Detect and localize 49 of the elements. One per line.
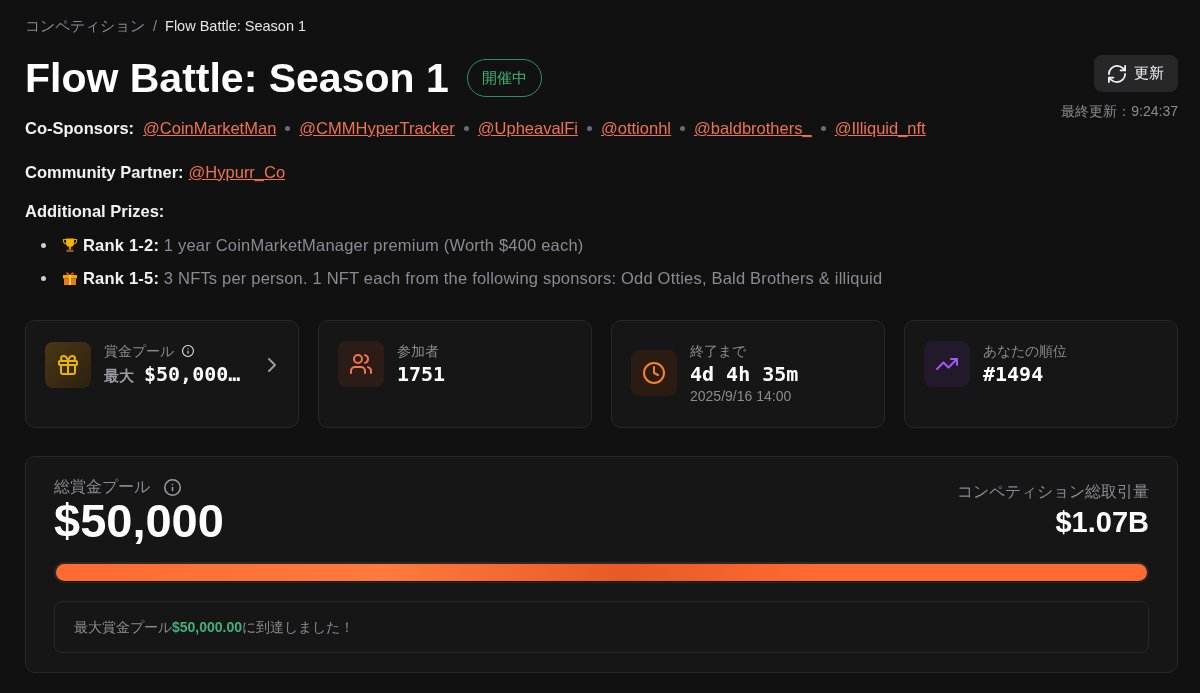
trending-up-icon xyxy=(924,341,970,387)
breadcrumb-link[interactable]: コンペティション xyxy=(25,16,145,36)
sponsor-link[interactable]: @CMMHyperTracker xyxy=(299,117,455,139)
stat-prefix: 最大 xyxy=(104,366,134,386)
sponsor-link[interactable]: @UpheavalFi xyxy=(477,117,578,139)
dot-separator-icon xyxy=(587,125,592,131)
prize-text: Rank 1-5: 3 NFTs per person. 1 NFT each from the following sponsors: Odd Otties, Bald Brothers & illiquid xyxy=(83,268,883,289)
stat-label: あなたの順位 xyxy=(983,342,1067,361)
prize-text: Rank 1-2: 1 year CoinMarketManager premium (Worth $400 each) xyxy=(83,235,584,256)
stat-value: 1751 xyxy=(397,361,446,387)
volume-amount: $1.07B xyxy=(1055,506,1149,538)
stat-subtext: 2025/9/16 14:00 xyxy=(690,387,793,405)
total-prize-label: 総賞金プール xyxy=(54,477,150,497)
stat-label: 参加者 xyxy=(397,342,439,361)
clock-icon xyxy=(631,350,677,396)
dot-separator-icon xyxy=(820,125,826,131)
trophy-icon xyxy=(62,237,78,253)
dot-separator-icon xyxy=(680,125,685,131)
last-updated-text: 最終更新：9:24:37 xyxy=(1061,102,1178,121)
breadcrumb-separator: / xyxy=(153,17,158,36)
gift-icon xyxy=(62,270,78,286)
co-sponsors-label: Co-Sponsors: xyxy=(25,118,135,139)
total-prize-amount: $50,000 xyxy=(54,497,224,545)
bullet-icon xyxy=(41,242,46,248)
refresh-button[interactable]: 更新 xyxy=(1094,55,1178,92)
dot-separator-icon xyxy=(285,125,291,131)
bullet-icon xyxy=(41,275,46,281)
community-partner-label: Community Partner: xyxy=(25,162,184,183)
info-icon[interactable] xyxy=(164,478,181,496)
stat-value: 4d 4h 35m xyxy=(690,361,799,387)
sponsor-link[interactable]: @CoinMarketMan xyxy=(143,117,277,139)
users-icon xyxy=(338,341,384,387)
additional-prizes-heading: Additional Prizes: xyxy=(25,201,166,222)
sponsor-link[interactable]: @ottionhl xyxy=(601,117,671,139)
volume-label: コンペティション総取引量 xyxy=(957,482,1149,502)
dot-separator-icon xyxy=(463,125,469,131)
stat-label: 終了まで xyxy=(690,342,746,361)
stat-label: 賞金プール xyxy=(104,342,174,361)
breadcrumb-current: Flow Battle: Season 1 xyxy=(165,17,307,36)
gift-icon xyxy=(45,342,91,388)
notice-text: 最大賞金プール$50,000.00に到達しました！ xyxy=(74,619,355,635)
page-title: Flow Battle: Season 1 xyxy=(25,54,449,102)
sponsor-link[interactable]: @Illiquid_nft xyxy=(834,117,926,139)
stat-value: $50,000… xyxy=(144,361,241,387)
stat-value: #1494 xyxy=(983,361,1044,387)
chevron-right-icon[interactable] xyxy=(268,358,276,372)
sponsor-link[interactable]: @baldbrothers_ xyxy=(694,117,812,139)
refresh-icon xyxy=(1108,64,1126,83)
partner-link[interactable]: @Hypurr_Co xyxy=(188,161,286,183)
